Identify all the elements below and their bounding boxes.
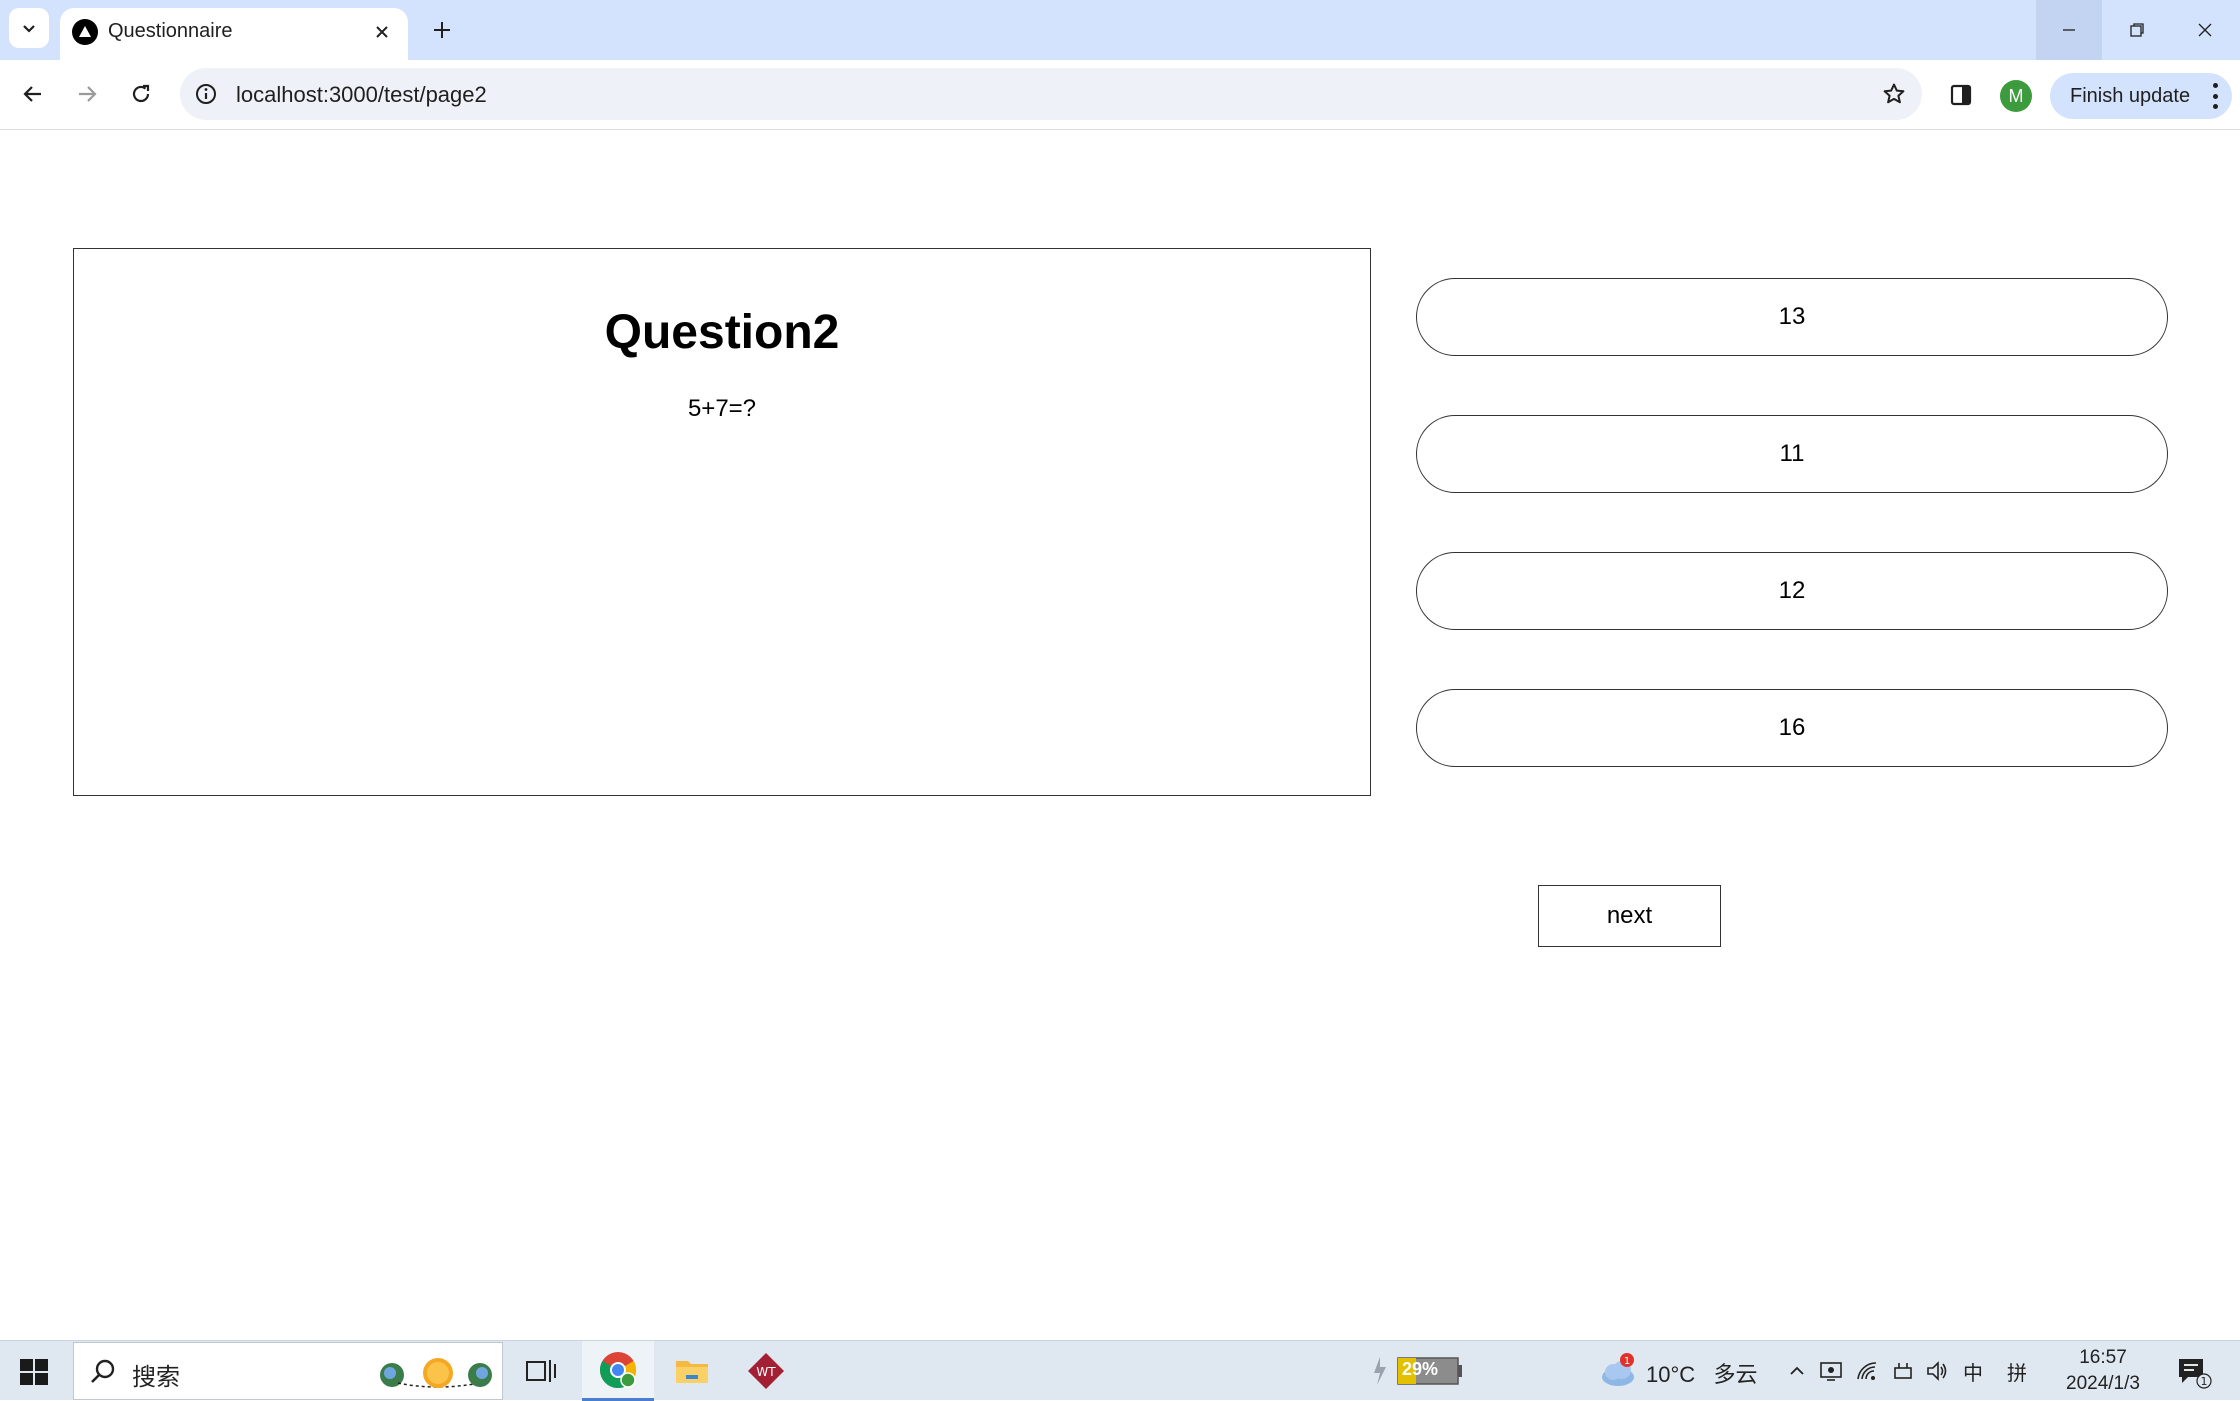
arrow-left-icon xyxy=(23,86,41,102)
bookmark-star-icon[interactable] xyxy=(1880,80,1908,108)
taskbar-wt-app[interactable]: WT xyxy=(730,1341,802,1401)
nextjs-favicon-icon xyxy=(72,19,98,45)
reload-button[interactable] xyxy=(120,73,162,115)
answer-option-3[interactable]: 12 xyxy=(1416,552,2168,630)
clock-time: 16:57 xyxy=(2079,1347,2127,1368)
ime-mode-indicator[interactable]: 拼 xyxy=(2002,1356,2032,1386)
forward-button[interactable] xyxy=(66,73,108,115)
arrow-right-icon xyxy=(79,86,97,102)
browser-toolbar: localhost:3000/test/page2 M Finish updat… xyxy=(0,60,2240,130)
taskbar-file-explorer[interactable] xyxy=(656,1341,728,1401)
minimize-icon xyxy=(2063,29,2075,31)
window-minimize-button[interactable] xyxy=(2036,0,2102,60)
taskbar: 搜索 WT 29% 1 10°C 多云 中 拼 16:57 2024/1/3 1 xyxy=(0,1340,2240,1401)
restore-icon xyxy=(2130,23,2144,37)
search-icon xyxy=(91,1359,115,1383)
reload-icon xyxy=(132,84,150,103)
notification-count: 1 xyxy=(2201,1375,2208,1388)
notification-center-icon[interactable]: 1 xyxy=(2176,1355,2212,1389)
address-url[interactable]: localhost:3000/test/page2 xyxy=(236,82,487,108)
window-restore-button[interactable] xyxy=(2104,0,2170,60)
address-bar[interactable]: localhost:3000/test/page2 xyxy=(180,68,1922,120)
windows-start-icon[interactable] xyxy=(18,1356,50,1388)
tab-close-icon[interactable] xyxy=(368,18,396,46)
back-button[interactable] xyxy=(12,73,54,115)
weather-badge: 1 xyxy=(1624,1356,1630,1367)
new-tab-button[interactable] xyxy=(424,12,460,48)
tab-search-button[interactable] xyxy=(9,8,49,48)
search-placeholder: 搜索 xyxy=(132,1364,180,1391)
folder-icon xyxy=(676,1361,708,1383)
volume-icon[interactable] xyxy=(1922,1356,1952,1386)
wt-app-icon: WT xyxy=(748,1353,784,1389)
question-panel: Question2 5+7=? xyxy=(73,248,1371,796)
finish-update-label: Finish update xyxy=(2070,84,2191,107)
task-view-icon[interactable] xyxy=(524,1355,558,1387)
profile-avatar[interactable]: M xyxy=(2000,80,2032,112)
ime-language-indicator[interactable]: 中 xyxy=(1958,1356,1988,1386)
battery-percent: 29% xyxy=(1402,1359,1439,1379)
taskbar-search-box[interactable]: 搜索 xyxy=(73,1342,503,1400)
svg-text:WT: WT xyxy=(756,1365,776,1379)
window-close-button[interactable] xyxy=(2172,0,2238,60)
site-info-icon[interactable] xyxy=(192,80,220,108)
next-button[interactable]: next xyxy=(1538,885,1721,947)
chevron-down-icon xyxy=(23,25,35,33)
cloudy-weather-icon[interactable]: 1 xyxy=(1598,1351,1638,1391)
more-vertical-icon xyxy=(2210,83,2220,109)
answer-option-1[interactable]: 13 xyxy=(1416,278,2168,356)
active-tab[interactable]: Questionnaire xyxy=(60,8,408,60)
close-icon xyxy=(2198,23,2212,37)
answer-option-2[interactable]: 11 xyxy=(1416,415,2168,493)
chrome-icon xyxy=(599,1351,637,1388)
power-plug-icon[interactable] xyxy=(1888,1356,1918,1386)
answer-option-4[interactable]: 16 xyxy=(1416,689,2168,767)
search-highlight-sun-icon xyxy=(380,1358,492,1388)
taskbar-chrome[interactable] xyxy=(582,1341,654,1401)
clock-date: 2024/1/3 xyxy=(2066,1373,2140,1394)
side-panel-icon[interactable] xyxy=(1946,80,1976,110)
taskbar-clock[interactable]: 16:57 2024/1/3 xyxy=(2048,1345,2158,1397)
weather-description: 多云 xyxy=(1713,1362,1758,1387)
browser-tab-strip: Questionnaire xyxy=(0,0,2240,60)
tab-title: Questionnaire xyxy=(108,20,233,42)
chevron-up-icon[interactable] xyxy=(1782,1356,1812,1386)
question-title: Question2 xyxy=(604,306,840,359)
wifi-icon[interactable] xyxy=(1852,1356,1882,1386)
display-icon[interactable] xyxy=(1816,1356,1846,1386)
finish-update-button[interactable]: Finish update xyxy=(2050,73,2232,119)
weather-temperature: 10°C xyxy=(1646,1362,1696,1387)
plus-icon xyxy=(434,22,450,38)
weather-text: 10°C 多云 xyxy=(1646,1357,1758,1389)
question-text: 5+7=? xyxy=(687,395,757,422)
